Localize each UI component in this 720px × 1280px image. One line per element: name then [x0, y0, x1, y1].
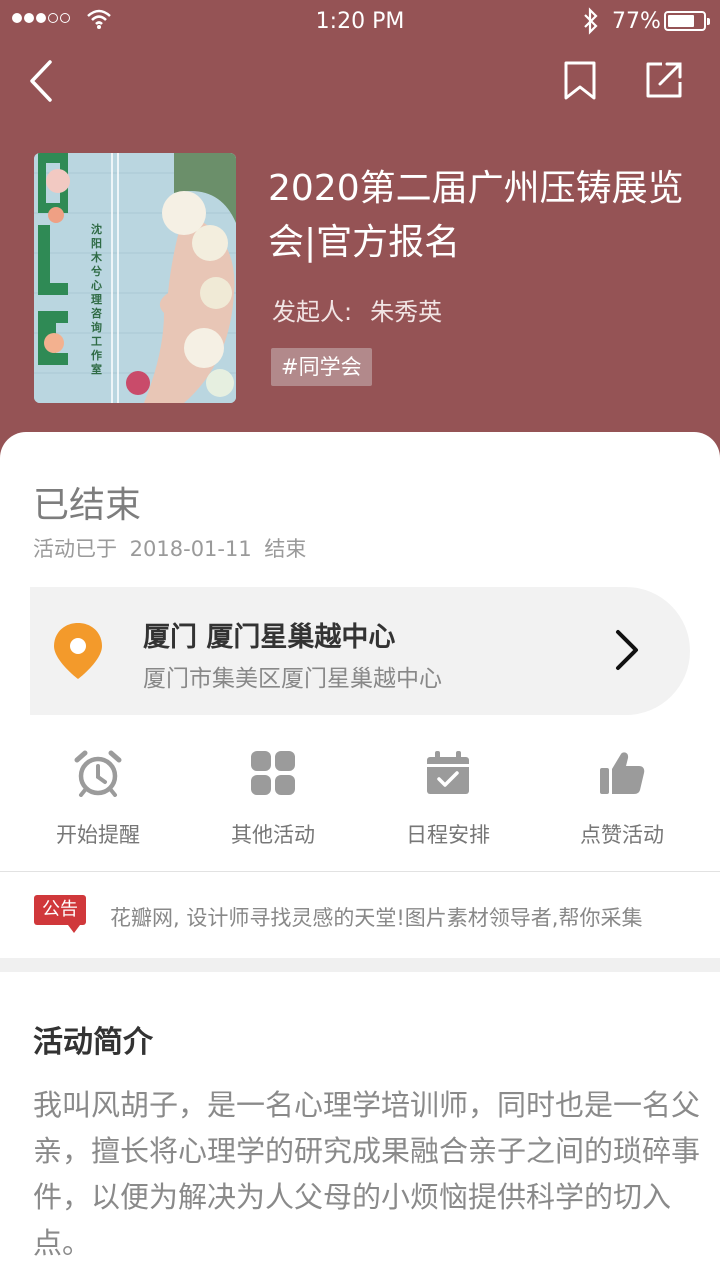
organizer-label: 发起人: [272, 298, 353, 326]
location-row[interactable]: 厦门 厦门星巢越中心 厦门市集美区厦门星巢越中心 [30, 587, 690, 715]
action-label: 开始提醒 [56, 823, 140, 847]
chevron-right-icon [616, 630, 638, 670]
cover-caption: 沈阳木兮心理咨询工作室 [91, 223, 102, 376]
battery-percentage: 77% [612, 9, 661, 34]
divider [0, 871, 720, 872]
battery-icon [664, 11, 710, 31]
location-title: 厦门 厦门星巢越中心 [143, 622, 396, 653]
start-reminder-button[interactable]: 开始提醒 [8, 745, 188, 855]
event-tag[interactable]: #同学会 [271, 348, 372, 386]
like-event-button[interactable]: 点赞活动 [532, 745, 712, 855]
bookmark-icon [564, 61, 596, 100]
bluetooth-icon [584, 7, 598, 35]
notice-text: 花瓣网, 设计师寻找灵感的天堂!图片素材领导者,帮你采集 [110, 906, 643, 930]
grid-icon [251, 751, 295, 795]
other-events-button[interactable]: 其他活动 [183, 745, 363, 855]
event-title: 2020第二届广州压铸展览会|官方报名 [268, 168, 684, 263]
bookmark-button[interactable] [560, 58, 600, 104]
thumbs-up-icon [600, 752, 645, 794]
location-address: 厦门市集美区厦门星巢越中心 [143, 666, 442, 692]
location-pin-icon [54, 623, 102, 679]
notice-bar[interactable]: 公告 花瓣网, 设计师寻找灵感的天堂!图片素材领导者,帮你采集 [0, 880, 720, 958]
notice-badge: 公告 [34, 895, 86, 933]
intro-title: 活动简介 [33, 1025, 153, 1060]
intro-text: 我叫风胡子，是一名心理学培训师，同时也是一名父亲，擅长将心理学的研究成果融合亲子… [33, 1088, 701, 1260]
share-icon [646, 62, 682, 98]
alarm-clock-icon [74, 750, 122, 797]
organizer: 发起人: 朱秀英 [272, 292, 442, 327]
organizer-name: 朱秀英 [370, 298, 443, 326]
share-button[interactable] [642, 58, 686, 102]
chevron-left-icon [30, 60, 52, 102]
event-status-title: 已结束 [33, 485, 142, 526]
action-label: 日程安排 [406, 823, 490, 847]
back-button[interactable] [26, 56, 66, 106]
event-status-subtitle: 活动已于 2018-01-11 结束 [33, 537, 307, 561]
action-bar: 开始提醒 其他活动 日程安排 点赞活动 [0, 745, 720, 855]
calendar-icon [427, 751, 469, 794]
schedule-button[interactable]: 日程安排 [358, 745, 538, 855]
action-label: 其他活动 [231, 823, 315, 847]
status-bar: 1:20 PM 77% [0, 0, 720, 42]
action-label: 点赞活动 [580, 823, 664, 847]
event-cover-image: 沈阳木兮心理咨询工作室 [34, 153, 236, 403]
section-divider [0, 958, 720, 972]
